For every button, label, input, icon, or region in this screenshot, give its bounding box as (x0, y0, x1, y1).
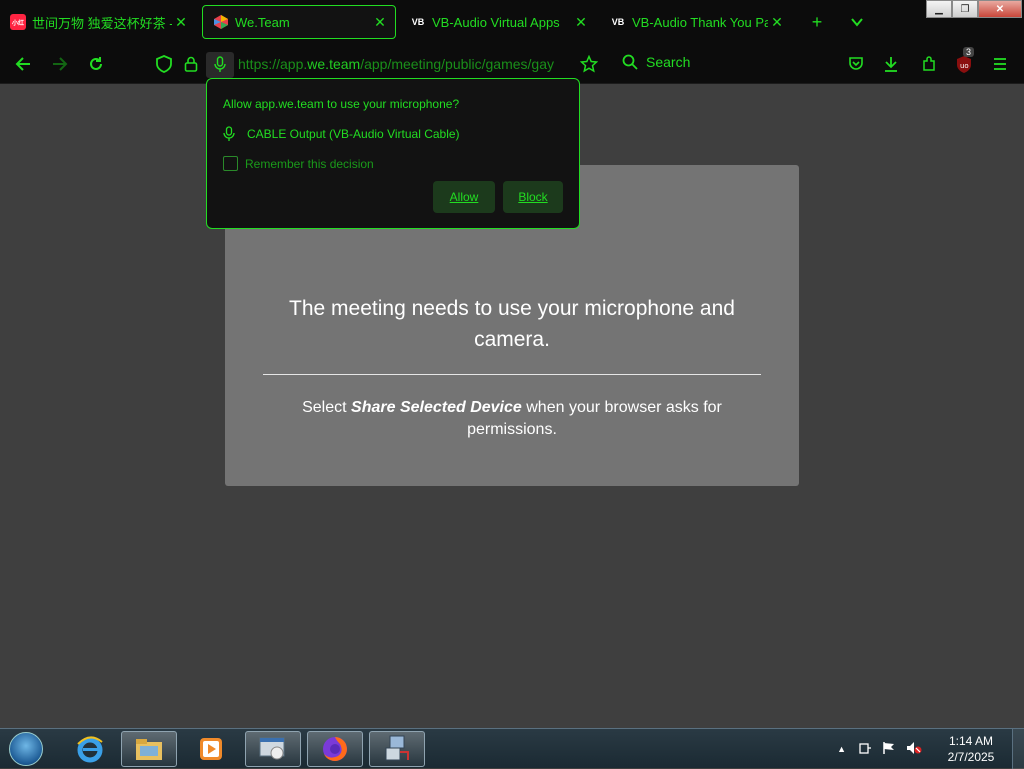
clock[interactable]: 1:14 AM 2/7/2025 (936, 733, 1006, 765)
windows-logo-icon (9, 732, 43, 766)
tab-title: 世间万物 独爱这杯好茶 - 小 (32, 15, 172, 31)
permission-popup: Allow app.we.team to use your microphone… (206, 78, 580, 229)
chevron-down-icon[interactable] (846, 11, 868, 33)
system-tray: ▲ 1:14 AM 2/7/2025 (837, 729, 1024, 769)
card-heading: The meeting needs to use your microphone… (289, 297, 735, 351)
remote-desktop-icon[interactable] (245, 731, 301, 767)
restore-icon[interactable]: ❐ (952, 0, 978, 18)
tab-title: We.Team (235, 14, 290, 30)
tab-vb-audio-apps[interactable]: VB VB-Audio Virtual Apps ✕ (400, 5, 596, 39)
close-tab-icon[interactable]: ✕ (572, 14, 590, 31)
close-tab-icon[interactable]: ✕ (371, 14, 389, 31)
ublock-icon[interactable]: uo 3 (953, 47, 975, 75)
remember-label: Remember this decision (245, 156, 374, 171)
divider (263, 374, 761, 375)
forward-icon[interactable] (49, 53, 71, 75)
device-name: CABLE Output (VB-Audio Virtual Cable) (247, 127, 460, 141)
vb-audio-icon: VB (611, 17, 625, 27)
file-explorer-icon[interactable] (121, 731, 177, 767)
url-bar[interactable]: https://app.we.team/app/meeting/public/g… (238, 56, 568, 74)
block-button[interactable]: Block (503, 181, 563, 213)
search-icon (622, 54, 638, 70)
menu-icon[interactable] (989, 53, 1011, 75)
remember-decision-checkbox[interactable]: Remember this decision (223, 156, 374, 171)
search-box[interactable]: Search (622, 54, 690, 70)
url-path: /app/meeting/public/games/gay (360, 56, 554, 72)
tab-title: VB-Audio Virtual Apps (432, 14, 560, 30)
red-app-icon: 小红 (10, 14, 26, 30)
close-tab-icon[interactable]: ✕ (768, 14, 786, 31)
tab-we-team[interactable]: We.Team ✕ (202, 5, 396, 39)
volume-muted-icon[interactable] (906, 741, 922, 758)
svg-text:uo: uo (960, 62, 969, 70)
power-icon[interactable] (858, 741, 872, 758)
new-tab-icon[interactable]: + (806, 11, 828, 33)
popup-title: Allow app.we.team to use your microphone… (223, 97, 460, 111)
tab-vb-audio-thanks[interactable]: VB VB-Audio Thank You Page ✕ (600, 5, 792, 39)
bookmark-star-icon[interactable] (578, 53, 600, 75)
tab-xiaohongshu[interactable]: 小红 世间万物 独爱这杯好茶 - 小 ✕ (0, 5, 196, 39)
clock-date: 2/7/2025 (947, 750, 995, 764)
close-tab-icon[interactable]: ✕ (172, 14, 190, 31)
media-player-icon[interactable] (183, 731, 239, 767)
microphone-permission-button[interactable] (206, 52, 234, 78)
internet-explorer-icon[interactable] (62, 731, 118, 767)
clock-time: 1:14 AM (948, 734, 994, 748)
shield-icon[interactable] (153, 53, 175, 75)
download-icon[interactable] (880, 53, 902, 75)
show-desktop-button[interactable] (1012, 729, 1024, 769)
allow-button[interactable]: Allow (433, 181, 495, 213)
tab-title: VB-Audio Thank You Page (632, 14, 768, 30)
extensions-icon[interactable] (918, 53, 940, 75)
action-center-flag-icon[interactable] (882, 741, 896, 758)
minimize-icon[interactable]: ▁ (926, 0, 952, 18)
tab-bar: 小红 世间万物 独爱这杯好茶 - 小 ✕ We.Team ✕ VB VB-Aud… (0, 0, 1024, 44)
network-tool-icon[interactable] (369, 731, 425, 767)
vb-audio-icon: VB (411, 17, 425, 27)
show-hidden-icons-icon[interactable]: ▲ (837, 744, 846, 754)
card-instruction: Select Share Selected Device when your b… (285, 397, 739, 441)
back-icon[interactable] (12, 53, 34, 75)
pocket-icon[interactable] (845, 53, 867, 75)
start-button[interactable] (4, 730, 48, 768)
windows-taskbar: ▲ 1:14 AM 2/7/2025 (0, 728, 1024, 769)
firefox-icon[interactable] (307, 731, 363, 767)
url-prefix: https://app. (238, 56, 308, 72)
close-window-icon[interactable]: ✕ (978, 0, 1022, 18)
device-row: CABLE Output (VB-Audio Virtual Cable) (223, 126, 460, 142)
window-controls: ▁ ❐ ✕ (926, 0, 1022, 18)
reload-icon[interactable] (85, 53, 107, 75)
search-label: Search (646, 54, 691, 70)
instruction-prefix: Select (302, 399, 352, 416)
microphone-icon (223, 126, 235, 141)
checkbox-box[interactable] (223, 156, 238, 171)
lock-icon[interactable] (180, 53, 202, 75)
url-domain: we.team (307, 56, 361, 72)
we-team-icon (213, 14, 229, 30)
instruction-emphasis: Share Selected Device (351, 399, 522, 416)
notification-badge: 3 (963, 47, 975, 57)
